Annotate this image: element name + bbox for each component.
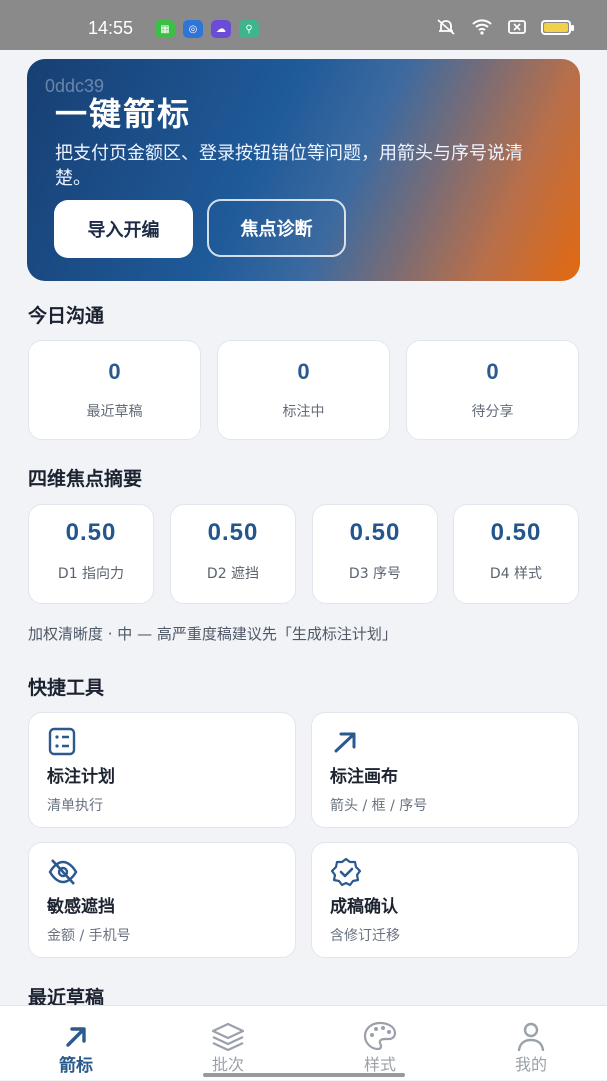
bottom-navigation: 箭标 批次 样式 我的 <box>0 1005 607 1080</box>
status-time: 14:55 <box>88 18 134 38</box>
checklist-icon <box>48 727 76 756</box>
stat-label: 待分享 <box>471 404 514 420</box>
eye-off-icon <box>48 859 78 885</box>
tool-subtitle: 箭头 / 框 / 序号 <box>330 798 428 814</box>
score-label: D1 指向力 <box>57 566 125 582</box>
clarity-note: 加权清晰度 · 中 — 高严重度稿建议先「生成标注计划」 <box>28 625 397 643</box>
score-value: 0.50 <box>65 519 117 546</box>
hero-banner: 0ddc39 一键箭标 把支付页金额区、登录按钮错位等问题，用箭头与序号说清楚。… <box>27 59 580 281</box>
tool-card-annotation-canvas[interactable]: 标注画布 箭头 / 框 / 序号 <box>311 712 579 828</box>
status-app-icons: ▦ ◎ ☁ ⚲ <box>155 20 259 38</box>
recent-section-title: 最近草稿 <box>28 987 105 1005</box>
verified-badge-icon <box>330 857 362 887</box>
hero-title: 一键箭标 <box>55 95 192 133</box>
arrow-up-right-icon <box>334 732 356 753</box>
tool-title: 成稿确认 <box>330 897 398 917</box>
stat-value: 0 <box>297 359 310 384</box>
tool-card-sensitive-mask[interactable]: 敏感遮挡 金额 / 手机号 <box>28 842 296 958</box>
arrow-up-right-icon <box>66 1027 86 1047</box>
close-box-icon <box>508 20 526 34</box>
mute-icon <box>437 19 455 35</box>
tool-title: 标注计划 <box>47 767 115 787</box>
nav-label: 样式 <box>363 1055 396 1074</box>
score-value: 0.50 <box>490 519 542 546</box>
nav-tab-batch[interactable]: 批次 <box>173 1006 283 1081</box>
blue-browser-icon: ◎ <box>183 20 203 38</box>
status-bar: 14:55 ▦ ◎ ☁ ⚲ <box>0 0 607 50</box>
tool-title: 标注画布 <box>330 767 398 787</box>
nav-tab-arrow-mark[interactable]: 箭标 <box>21 1006 131 1081</box>
import-edit-button[interactable]: 导入开编 <box>54 200 193 258</box>
tool-card-annotation-plan[interactable]: 标注计划 清单执行 <box>28 712 296 828</box>
score-card-d4[interactable]: 0.50 D4 样式 <box>453 504 579 604</box>
tool-title: 敏感遮挡 <box>47 897 115 917</box>
stat-card-to-share[interactable]: 0 待分享 <box>406 340 579 440</box>
nav-label: 箭标 <box>59 1056 93 1076</box>
nav-tab-style[interactable]: 样式 <box>325 1006 435 1081</box>
tools-section-title: 快捷工具 <box>28 677 105 699</box>
tool-subtitle: 含修订迁移 <box>330 928 400 944</box>
main-content: 0ddc39 一键箭标 把支付页金额区、登录按钮错位等问题，用箭头与序号说清楚。… <box>0 50 607 1005</box>
stat-value: 0 <box>486 359 499 384</box>
palette-icon <box>363 1021 397 1051</box>
user-icon <box>517 1022 545 1051</box>
nav-label: 我的 <box>514 1055 547 1074</box>
score-label: D4 样式 <box>489 566 543 582</box>
score-value: 0.50 <box>207 519 259 546</box>
stat-label: 最近草稿 <box>86 404 143 420</box>
score-label: D2 遮挡 <box>206 566 260 582</box>
focus-diagnosis-button[interactable]: 焦点诊断 <box>207 199 346 257</box>
teal-location-icon: ⚲ <box>239 20 259 38</box>
hero-description: 把支付页金额区、登录按钮错位等问题，用箭头与序号说清楚。 <box>55 143 523 189</box>
score-card-d3[interactable]: 0.50 D3 序号 <box>312 504 438 604</box>
tool-card-final-confirm[interactable]: 成稿确认 含修订迁移 <box>311 842 579 958</box>
stat-label: 标注中 <box>282 404 325 420</box>
stat-value: 0 <box>108 359 121 384</box>
score-card-d2[interactable]: 0.50 D2 遮挡 <box>170 504 296 604</box>
purple-cloud-icon: ☁ <box>211 20 231 38</box>
today-section-title: 今日沟通 <box>28 305 105 327</box>
green-app-icon: ▦ <box>155 20 175 38</box>
status-indicators <box>435 18 574 36</box>
nav-label: 批次 <box>211 1055 244 1074</box>
battery-icon <box>541 19 574 35</box>
score-card-d1[interactable]: 0.50 D1 指向力 <box>28 504 154 604</box>
score-value: 0.50 <box>349 519 401 546</box>
home-indicator[interactable] <box>203 1073 405 1077</box>
tool-subtitle: 金额 / 手机号 <box>47 928 131 944</box>
tool-subtitle: 清单执行 <box>47 798 103 814</box>
wifi-icon <box>472 19 492 35</box>
summary-section-title: 四维焦点摘要 <box>28 468 143 490</box>
stat-card-annotating[interactable]: 0 标注中 <box>217 340 390 440</box>
stat-card-drafts[interactable]: 0 最近草稿 <box>28 340 201 440</box>
nav-tab-me[interactable]: 我的 <box>476 1006 586 1081</box>
layers-icon <box>211 1022 245 1051</box>
score-label: D3 序号 <box>348 566 402 582</box>
